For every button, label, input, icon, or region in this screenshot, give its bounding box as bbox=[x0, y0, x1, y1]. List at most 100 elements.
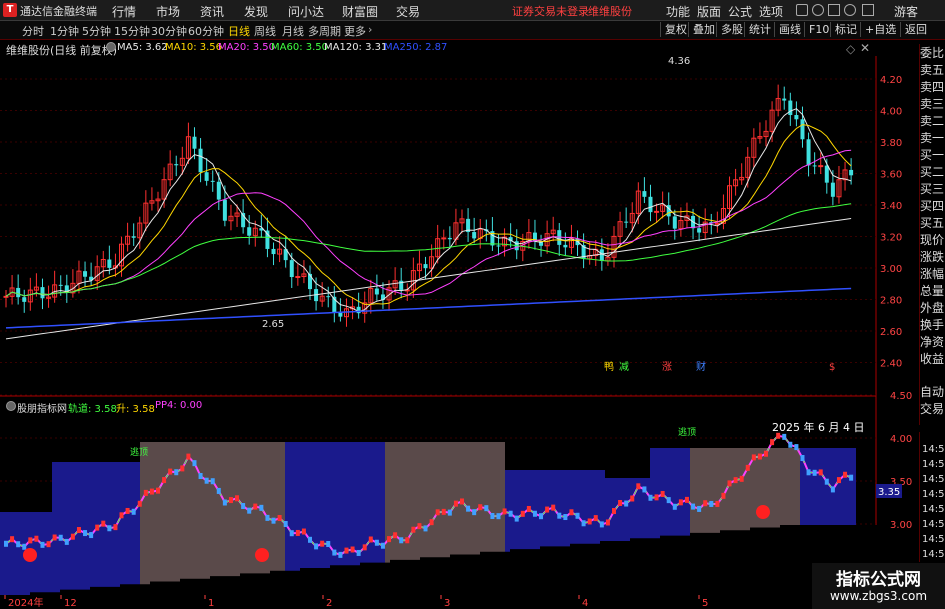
indicator-expand-icon[interactable] bbox=[6, 401, 16, 411]
menu-item-trade[interactable]: 交易 bbox=[396, 3, 420, 20]
statistics-button[interactable]: 统计 bbox=[744, 22, 775, 37]
window-icon[interactable] bbox=[796, 4, 808, 16]
ma60-label: MA60: 3.50 bbox=[271, 42, 329, 53]
candle-body bbox=[83, 271, 88, 277]
indicator-bar bbox=[648, 494, 653, 501]
candle-body bbox=[22, 297, 27, 302]
tab-more[interactable]: 更多 bbox=[344, 23, 366, 39]
candle-body bbox=[672, 216, 677, 229]
candle-body bbox=[210, 180, 215, 182]
chart-area[interactable]: 4.20 4.00 3.80 3.60 3.40 3.20 3.00 2.80 2.60 2.40… bbox=[0, 56, 945, 609]
tab-intraday[interactable]: 分时 bbox=[22, 23, 44, 39]
candle-body bbox=[198, 148, 203, 173]
tick-time: 14:56 bbox=[922, 504, 945, 515]
draw-line-button[interactable]: 画线 bbox=[774, 22, 805, 37]
menu-item-formula[interactable]: 公式 bbox=[728, 3, 752, 20]
quote-row-label: 买二 bbox=[920, 165, 945, 179]
guest-label[interactable]: 游客 bbox=[894, 3, 918, 20]
candle-body bbox=[788, 100, 793, 116]
tab-1min[interactable]: 1分钟 bbox=[50, 23, 79, 39]
quote-row-label: 买三 bbox=[920, 182, 945, 196]
menu-item-discover[interactable]: 发现 bbox=[244, 3, 268, 20]
indicator-bar bbox=[466, 505, 471, 512]
indicator-bar bbox=[314, 543, 319, 550]
user-icon[interactable] bbox=[812, 4, 824, 16]
indicator-bar bbox=[253, 503, 258, 510]
low-price-label: 2.65 bbox=[262, 319, 284, 330]
current-value-text: 3.35 bbox=[878, 487, 900, 498]
auto-trade-label[interactable]: 自动 bbox=[920, 385, 945, 399]
tab-daily[interactable]: 日线 bbox=[228, 23, 250, 39]
quote-row-label: 收益 bbox=[920, 352, 945, 366]
indicator-bar bbox=[16, 541, 21, 548]
expand-icon[interactable] bbox=[106, 42, 116, 52]
menu-item-market[interactable]: 市场 bbox=[156, 3, 180, 20]
indicator-bar bbox=[575, 512, 580, 519]
price-axis-label: 2.40 bbox=[880, 359, 902, 370]
watermark-url: www.zbgs3.com bbox=[829, 589, 928, 603]
quote-row-label: 买五 bbox=[920, 216, 945, 230]
tab-monthly[interactable]: 月线 bbox=[282, 23, 304, 39]
f10-button[interactable]: F10 bbox=[804, 22, 833, 37]
ma10-label: MA10: 3.56 bbox=[165, 42, 223, 53]
event-tag: 涨 bbox=[662, 361, 672, 373]
app-name: 通达信金融终端 bbox=[20, 5, 97, 18]
tab-30min[interactable]: 30分钟 bbox=[151, 23, 187, 39]
candle-body bbox=[423, 264, 428, 269]
overlay-button[interactable]: 叠加 bbox=[688, 22, 719, 37]
tab-60min[interactable]: 60分钟 bbox=[188, 23, 224, 39]
indicator-bar bbox=[441, 508, 446, 515]
multi-stock-button[interactable]: 多股 bbox=[716, 22, 747, 37]
login-notice[interactable]: 证券交易未登录 bbox=[512, 3, 589, 19]
main-info-bar: 维维股份(日线 前复权) MA5: 3.62 MA10: 3.56 MA20: … bbox=[0, 40, 876, 57]
indicator-bar bbox=[28, 537, 33, 544]
back-button[interactable]: 返回 bbox=[900, 22, 931, 37]
indicator-date: 2025 年 6 月 4 日 bbox=[772, 421, 865, 434]
menu-item-ask[interactable]: 问小达 bbox=[288, 3, 324, 20]
close-icon[interactable]: ✕ bbox=[860, 41, 870, 55]
menu-item-wealth[interactable]: 财富圈 bbox=[342, 3, 378, 20]
adjust-button[interactable]: 复权 bbox=[660, 22, 691, 37]
help-icon[interactable] bbox=[844, 4, 856, 16]
add-watchlist-button[interactable]: +自选 bbox=[860, 22, 900, 37]
indicator-bar bbox=[374, 539, 379, 546]
indicator-bar bbox=[526, 505, 531, 512]
indicator-bar bbox=[520, 510, 525, 517]
settings-icon[interactable] bbox=[862, 4, 874, 16]
message-icon[interactable] bbox=[828, 4, 840, 16]
collapse-icon[interactable]: ◇ bbox=[846, 42, 855, 56]
site-watermark: 指标公式网 www.zbgs3.com bbox=[812, 563, 945, 609]
candle-body bbox=[782, 98, 787, 101]
mark-button[interactable]: 标记 bbox=[830, 22, 861, 37]
menu-item-news[interactable]: 资讯 bbox=[200, 3, 224, 20]
indicator-bar bbox=[265, 514, 270, 521]
tab-weekly[interactable]: 周线 bbox=[254, 23, 276, 39]
menu-item-options[interactable]: 选项 bbox=[759, 3, 783, 20]
indicator-bar bbox=[514, 515, 519, 522]
menu-item-quotes[interactable]: 行情 bbox=[112, 3, 136, 20]
tick-time: 14:56 bbox=[922, 534, 945, 545]
candle-body bbox=[800, 119, 805, 140]
indicator-bar bbox=[715, 500, 720, 507]
candle-body bbox=[3, 295, 9, 298]
menu-item-function[interactable]: 功能 bbox=[666, 3, 690, 20]
indicator-bar bbox=[216, 487, 221, 494]
candle-body bbox=[271, 248, 276, 255]
auto-trade-label[interactable]: 交易 bbox=[920, 402, 945, 416]
tab-5min[interactable]: 5分钟 bbox=[82, 23, 111, 39]
indicator-bar bbox=[496, 513, 501, 520]
more-chevron-icon[interactable]: › bbox=[368, 23, 372, 36]
indicator-bar bbox=[764, 450, 768, 457]
tab-15min[interactable]: 15分钟 bbox=[114, 23, 150, 39]
indicator-bar bbox=[58, 534, 63, 541]
quote-row-label: 卖五 bbox=[920, 63, 945, 77]
indicator-bar bbox=[399, 537, 404, 544]
candle-body bbox=[289, 260, 294, 278]
tab-multi-period[interactable]: 多周期 bbox=[308, 23, 341, 39]
indicator-bar bbox=[472, 509, 477, 516]
buy-signal-icon bbox=[23, 548, 37, 562]
candle-body bbox=[308, 273, 312, 290]
indicator-bar bbox=[502, 508, 507, 515]
menu-item-layout[interactable]: 版面 bbox=[697, 3, 721, 20]
indicator-rise-value: 升: 3.58 bbox=[116, 404, 155, 415]
